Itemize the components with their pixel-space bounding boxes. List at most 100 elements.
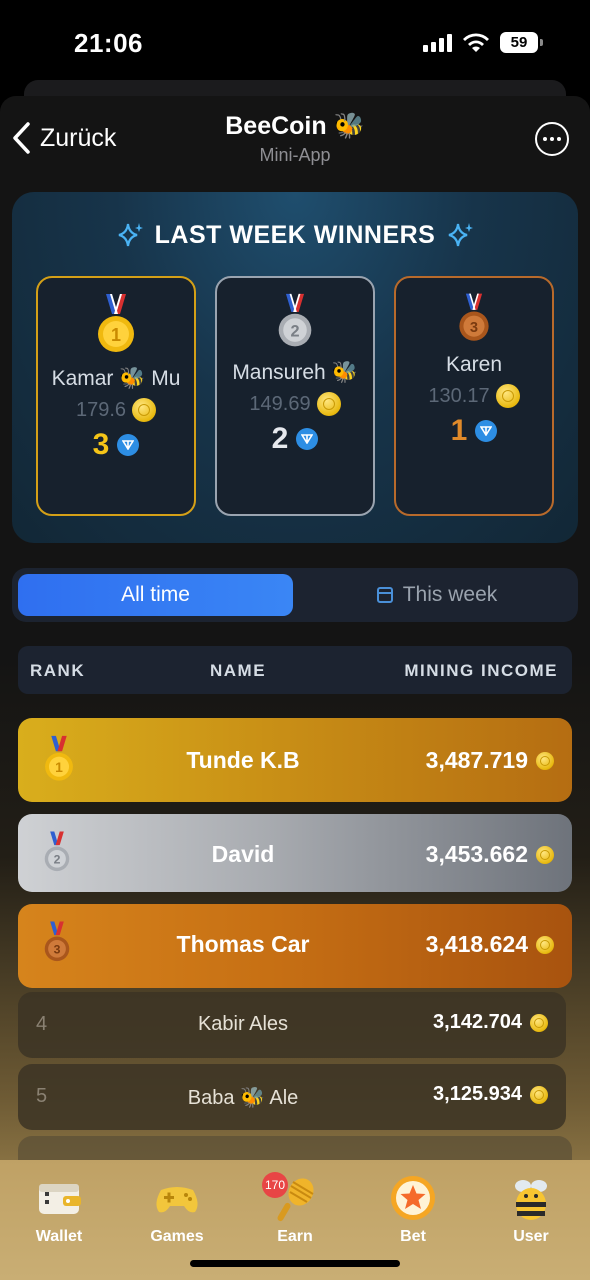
tab-this-week[interactable]: This week — [302, 574, 572, 616]
home-indicator — [190, 1260, 400, 1267]
nav-label: Bet — [400, 1228, 426, 1245]
ton-icon — [117, 434, 140, 456]
coin-icon — [495, 384, 520, 408]
table-row[interactable]: 3 Thomas Car 3,418.624 — [18, 904, 572, 988]
earn-badge: 170 — [262, 1172, 288, 1198]
nav-label: User — [513, 1228, 549, 1245]
row-income-value: 3,142.704 — [433, 1011, 522, 1033]
coin-icon — [316, 392, 341, 416]
row-rank: 1 — [55, 759, 63, 775]
back-label: Zurück — [40, 123, 117, 152]
period-toggle: All time This week — [12, 568, 578, 622]
table-header: RANK NAME MINING INCOME — [18, 646, 572, 694]
dot-icon — [557, 137, 561, 141]
dot-icon — [550, 137, 554, 141]
row-name: Baba 🐝 Ale — [187, 1087, 299, 1109]
wifi-icon — [463, 33, 489, 52]
winner-name: Karen — [445, 353, 503, 376]
row-income: 3,418.624 — [426, 931, 554, 958]
winner-score: 149.69 — [217, 392, 373, 416]
winner-prize: 3 — [38, 428, 194, 462]
app-subtitle: Mini-App — [259, 145, 331, 165]
column-mining-income: MINING INCOME — [404, 661, 558, 680]
row-income-value: 3,418.624 — [425, 931, 528, 957]
coin-icon — [530, 1013, 548, 1032]
row-income: 3,142.704 — [433, 1011, 548, 1034]
sparkle-icon — [118, 223, 143, 247]
mini-app: Zurück BeeCoin 🐝 Mini-App LAST WEEK WINN… — [0, 96, 590, 1280]
bottom-nav: Wallet Games Earn 170 Bet User — [0, 1160, 590, 1280]
ton-icon — [296, 428, 319, 450]
winner-score-value: 149.69 — [249, 392, 311, 415]
last-week-winners-card: LAST WEEK WINNERS 1 Kamar 🐝 Mu 179.6 3 2… — [12, 192, 578, 543]
winner-score-value: 179.6 — [75, 398, 127, 421]
row-income: 3,487.719 — [426, 747, 554, 774]
nav-user[interactable]: User — [481, 1172, 581, 1246]
column-name: NAME — [210, 661, 267, 680]
column-rank: RANK — [30, 661, 86, 680]
winner-card-third[interactable]: 3 Karen 130.17 1 — [394, 276, 554, 516]
gold-medal-icon: 1 — [45, 735, 73, 781]
row-income: 3,453.662 — [426, 841, 554, 868]
table-row[interactable]: 2 David 3,453.662 — [18, 814, 572, 892]
nav-label: Earn — [277, 1228, 313, 1245]
row-rank: 4 — [36, 1013, 48, 1035]
dot-icon — [543, 137, 547, 141]
app-title: BeeCoin 🐝 — [225, 112, 365, 140]
silver-medal-icon: 2 — [278, 293, 312, 347]
sparkle-icon — [449, 223, 474, 247]
row-income-value: 3,125.934 — [433, 1083, 522, 1105]
row-income-value: 3,453.662 — [425, 841, 528, 867]
medal-rank: 1 — [111, 325, 121, 345]
calendar-icon — [376, 587, 393, 603]
coin-icon — [530, 1085, 548, 1104]
ton-icon — [475, 420, 498, 442]
bee-icon — [515, 1180, 547, 1220]
winner-name: Kamar 🐝 Mu — [51, 367, 181, 390]
tab-this-week-label: This week — [402, 583, 498, 606]
coin-icon — [536, 845, 554, 864]
signal-icon — [423, 34, 452, 52]
medal-rank: 3 — [470, 320, 478, 336]
app-header: Zurück BeeCoin 🐝 Mini-App — [0, 96, 590, 186]
medal-rank: 2 — [290, 322, 299, 340]
table-row[interactable]: 1 Tunde K.B 3,487.719 — [18, 718, 572, 802]
more-options-button[interactable] — [535, 122, 569, 156]
status-time: 21:06 — [74, 28, 143, 58]
table-row[interactable]: 5 Baba 🐝 Ale 3,125.934 — [18, 1064, 566, 1130]
winner-prize: 2 — [217, 422, 373, 456]
nav-earn[interactable]: Earn — [245, 1172, 345, 1246]
row-rank: 3 — [54, 943, 61, 957]
bronze-medal-icon: 3 — [459, 293, 489, 341]
row-income-value: 3,487.719 — [425, 747, 528, 773]
winner-card-first[interactable]: 1 Kamar 🐝 Mu 179.6 3 — [36, 276, 196, 516]
coin-icon — [536, 751, 554, 770]
chevron-left-icon — [13, 122, 30, 154]
winner-prize-value: 1 — [450, 414, 468, 447]
row-name: Tunde K.B — [186, 747, 300, 773]
winner-card-second[interactable]: 2 Mansureh 🐝 149.69 2 — [215, 276, 375, 516]
winner-score-value: 130.17 — [428, 384, 490, 407]
gamepad-icon — [156, 1187, 198, 1213]
winner-name: Mansureh 🐝 — [232, 361, 358, 384]
row-name: Kabir Ales — [197, 1013, 289, 1035]
tab-all-time[interactable]: All time — [18, 574, 293, 616]
winner-score: 130.17 — [396, 384, 552, 408]
row-name: David — [211, 841, 275, 867]
nav-games[interactable]: Games — [127, 1172, 227, 1246]
row-rank: 5 — [36, 1085, 48, 1107]
wallet-icon — [39, 1184, 81, 1214]
table-row[interactable]: 4 Kabir Ales 3,142.704 — [18, 992, 566, 1058]
winner-prize-value: 2 — [271, 422, 289, 455]
winner-score: 179.6 — [38, 398, 194, 422]
back-button[interactable]: Zurück — [10, 118, 116, 158]
row-name: Thomas Car — [176, 931, 310, 957]
nav-bet[interactable]: Bet — [363, 1172, 463, 1246]
winner-prize: 1 — [396, 414, 552, 448]
nav-wallet[interactable]: Wallet — [9, 1172, 109, 1246]
nav-label: Games — [150, 1228, 204, 1245]
status-bar: 21:06 59 — [0, 0, 590, 86]
battery-icon: 59 — [500, 32, 543, 53]
row-income: 3,125.934 — [433, 1083, 548, 1106]
gold-medal-icon: 1 — [98, 294, 134, 352]
